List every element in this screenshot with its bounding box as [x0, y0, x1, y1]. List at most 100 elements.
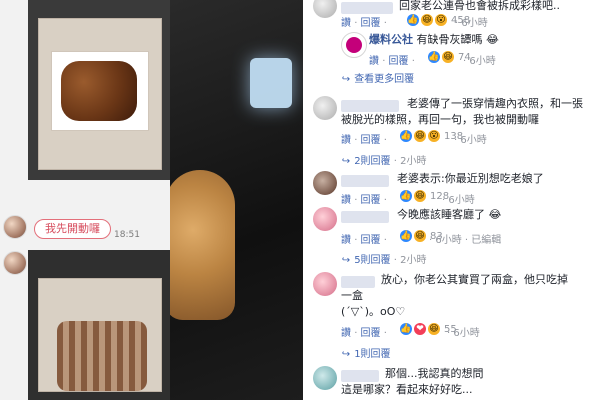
- fried-chicken-photo: [28, 0, 170, 180]
- user-avatar[interactable]: [313, 366, 337, 390]
- comment-text-line-2: 一盒: [341, 289, 363, 302]
- comment-meta: 讚 · 回覆 ·: [341, 235, 387, 246]
- haha-reaction-icon: 😆: [414, 190, 426, 202]
- comment-text-content: 今晚應該睡客廳了: [397, 208, 485, 221]
- time-text: 6小時: [460, 135, 487, 146]
- like-reaction-icon: 👍: [407, 14, 419, 26]
- replies-link[interactable]: ↪ 2則回覆 · 2小時: [341, 152, 427, 167]
- user-avatar[interactable]: [313, 207, 337, 231]
- user-name-redacted: [341, 370, 379, 382]
- chat-avatar: [3, 215, 27, 239]
- reply-action[interactable]: 回覆: [361, 135, 381, 146]
- car-display-screen: [250, 58, 292, 108]
- reply-action[interactable]: 回覆: [361, 18, 381, 29]
- like-reaction-icon: 👍: [400, 323, 412, 335]
- reply-action[interactable]: 回覆: [361, 235, 381, 246]
- reply-action[interactable]: 回覆: [389, 56, 409, 67]
- comment-text-line-1: 老婆傳了一張穿情趣內衣照，和一張: [407, 97, 583, 110]
- comment-time: · 6小時: [447, 328, 480, 339]
- like-action[interactable]: 讚: [341, 18, 351, 29]
- reply-text: 有缺骨灰罈嗎: [416, 33, 483, 46]
- comment-text: 今晚應該睡客廳了 😂: [397, 208, 501, 222]
- like-reaction-icon: 👍: [400, 130, 412, 142]
- chat-avatar: [3, 251, 27, 275]
- comment-time: · 6小時: [454, 135, 487, 146]
- user-name-redacted: [341, 100, 399, 112]
- comment-meta: 讚 · 回覆 ·: [341, 195, 387, 206]
- comment-text: 老婆表示:你最近別想吃老娘了: [397, 172, 544, 185]
- reply-arrow-icon: ↪: [341, 349, 351, 360]
- user-name-redacted: [341, 175, 389, 187]
- user-avatar[interactable]: [313, 171, 337, 195]
- comments-panel: 回家老公連骨也會被拆成彩樣吧.. 讚 · 回覆 · 👍 😆 😮 458 · 6小…: [303, 0, 600, 400]
- author-name: 爆料公社: [369, 33, 413, 46]
- replies-time: 2小時: [400, 255, 427, 266]
- haha-reaction-icon: 😆: [414, 230, 426, 242]
- comment-text: 回家老公連骨也會被拆成彩樣吧..: [399, 0, 560, 12]
- chat-screenshot: 我先開動囉 18:51: [0, 0, 170, 400]
- user-name-redacted: [341, 211, 389, 223]
- like-action[interactable]: 讚: [341, 235, 351, 246]
- comment-text-line-1: 放心，你老公其實買了兩盒，他只吃掉: [381, 273, 568, 286]
- comment-time-and-edited: · 6小時 · 已編輯: [429, 235, 502, 246]
- fried-chicken: [61, 61, 137, 121]
- like-reaction-icon: 👍: [428, 51, 440, 63]
- food-box: [38, 278, 162, 392]
- haha-reaction-icon: 😆: [442, 51, 454, 63]
- user-name-redacted: [341, 2, 393, 14]
- view-more-text: 查看更多回覆: [354, 74, 415, 85]
- food-box: [38, 18, 162, 170]
- page-avatar[interactable]: [341, 32, 367, 58]
- comment: 今晚應該睡客廳了 😂 讚 · 回覆 · 👍 😆 83 · 6小時 · 已編輯 ↪…: [303, 207, 600, 267]
- like-action[interactable]: 讚: [341, 195, 351, 206]
- view-more-replies[interactable]: ↪ 查看更多回覆: [341, 70, 414, 85]
- comment: 老婆傳了一張穿情趣內衣照，和一張 被脫光的樣照，再回一句，我也被開動囉 讚 · …: [303, 96, 600, 168]
- reply-arrow-icon: ↪: [341, 156, 351, 167]
- emoji: 😂: [488, 208, 502, 221]
- comment-time: · 6小時: [455, 18, 488, 29]
- comment-meta: 讚 · 回覆 ·: [341, 18, 387, 29]
- reply-author[interactable]: 爆料公社 有缺骨灰罈嗎 😂: [369, 33, 499, 47]
- edited-label: 已編輯: [471, 235, 502, 246]
- chat-bubble-text: 我先開動囉: [45, 222, 100, 235]
- user-name-redacted: [341, 276, 375, 288]
- time-text: 6小時: [461, 18, 488, 29]
- comment: 那個...我認真的想問 這是哪家？看起來好好吃...: [303, 366, 600, 400]
- reply-meta: 讚 · 回覆 ·: [369, 56, 415, 67]
- like-action[interactable]: 讚: [341, 135, 351, 146]
- replies-count: 5則回覆: [354, 255, 391, 266]
- comment-text-line-2: 這是哪家？看起來好好吃...: [341, 383, 473, 396]
- replies-count: 1則回覆: [354, 349, 391, 360]
- user-avatar[interactable]: [313, 272, 337, 296]
- comment: 放心，你老公其實買了兩盒，他只吃掉 一盒 (´▽`)。oO♡ 讚 · 回覆 · …: [303, 272, 600, 364]
- comment-meta: 讚 · 回覆 ·: [341, 328, 387, 339]
- replies-count: 2則回覆: [354, 156, 391, 167]
- comment-text-line-1: 那個...我認真的想問: [385, 367, 484, 380]
- photo-collage: 我先開動囉 18:51: [0, 0, 303, 400]
- replies-link[interactable]: ↪ 1則回覆: [341, 345, 391, 360]
- haha-reaction-icon: 😆: [428, 323, 440, 335]
- like-reaction-icon: 👍: [400, 190, 412, 202]
- like-reaction-icon: 👍: [400, 230, 412, 242]
- replies-link[interactable]: ↪ 5則回覆 · 2小時: [341, 251, 427, 266]
- love-reaction-icon: ❤: [414, 323, 426, 335]
- comment-meta: 讚 · 回覆 ·: [341, 135, 387, 146]
- wow-reaction-icon: 😮: [435, 14, 447, 26]
- user-avatar[interactable]: [313, 0, 337, 18]
- time-text: 6小時: [435, 235, 462, 246]
- chat-bubble: 我先開動囉: [34, 219, 111, 239]
- user-avatar[interactable]: [313, 96, 337, 120]
- reply-arrow-icon: ↪: [341, 255, 351, 266]
- chat-bubble-time: 18:51: [114, 230, 140, 240]
- comment-time: · 6小時: [442, 195, 475, 206]
- comment-reply: 爆料公社 有缺骨灰罈嗎 😂 讚 · 回覆 · 👍 😆 74 · 6小時 ↪ 查看…: [303, 30, 600, 86]
- reply-action[interactable]: 回覆: [361, 195, 381, 206]
- time-text: 6小時: [453, 328, 480, 339]
- like-action[interactable]: 讚: [341, 328, 351, 339]
- reply-arrow-icon: ↪: [341, 74, 351, 85]
- plush-toy: [165, 170, 235, 320]
- emoji: 😂: [486, 33, 499, 46]
- reply-action[interactable]: 回覆: [361, 328, 381, 339]
- chicken-bones: [57, 321, 147, 391]
- like-action[interactable]: 讚: [369, 56, 379, 67]
